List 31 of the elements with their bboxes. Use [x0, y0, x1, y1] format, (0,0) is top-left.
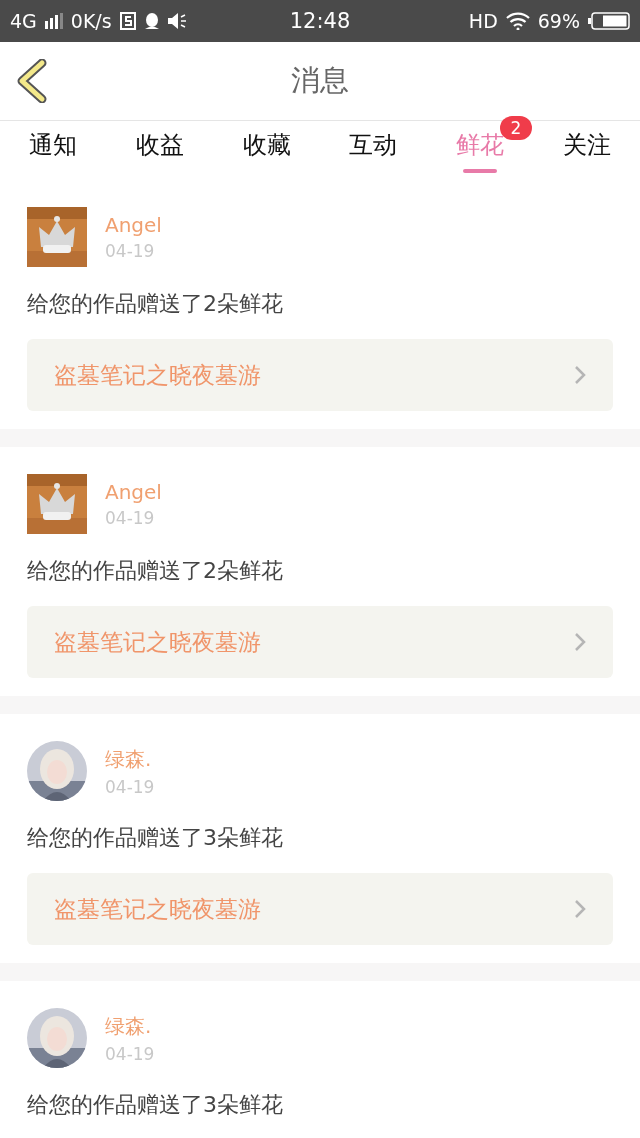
signal-icon: [44, 13, 63, 29]
hd-indicator: HD: [468, 10, 498, 32]
network-type: 4G: [10, 10, 37, 32]
network-speed: 0K/s: [70, 10, 112, 32]
message-text: 给您的作品赠送了2朵鲜花: [27, 290, 284, 318]
message-text: 给您的作品赠送了3朵鲜花: [27, 824, 284, 852]
chevron-right-icon: [573, 631, 587, 653]
wifi-icon: [505, 12, 530, 30]
tab[interactable]: 关注: [562, 121, 611, 180]
work-link[interactable]: 盗墓笔记之晓夜墓游: [27, 606, 613, 678]
speaker-icon: [167, 13, 188, 29]
user-name[interactable]: 绿森.: [105, 745, 155, 773]
tab[interactable]: 收藏: [242, 121, 291, 180]
user-name[interactable]: Angel: [105, 480, 162, 504]
battery-icon: [588, 12, 630, 30]
battery-level: 69%: [537, 10, 580, 32]
page-title: 消息: [291, 63, 349, 97]
tab[interactable]: 互动: [349, 121, 398, 180]
message-text: 给您的作品赠送了3朵鲜花: [27, 1091, 284, 1119]
message-text: 给您的作品赠送了2朵鲜花: [27, 557, 284, 585]
user-name[interactable]: 绿森.: [105, 1012, 155, 1040]
back-icon[interactable]: [16, 59, 48, 103]
chevron-right-icon: [573, 364, 587, 386]
chevron-right-icon: [573, 898, 587, 920]
user-name[interactable]: Angel: [105, 213, 162, 237]
tab[interactable]: 通知: [29, 121, 78, 180]
work-link[interactable]: 盗墓笔记之晓夜墓游: [27, 339, 613, 411]
tab[interactable]: 收益: [136, 121, 184, 180]
work-link[interactable]: 盗墓笔记之晓夜墓游: [27, 873, 613, 945]
clock: 12:48: [289, 9, 351, 33]
app-notification-icon: [119, 12, 136, 30]
